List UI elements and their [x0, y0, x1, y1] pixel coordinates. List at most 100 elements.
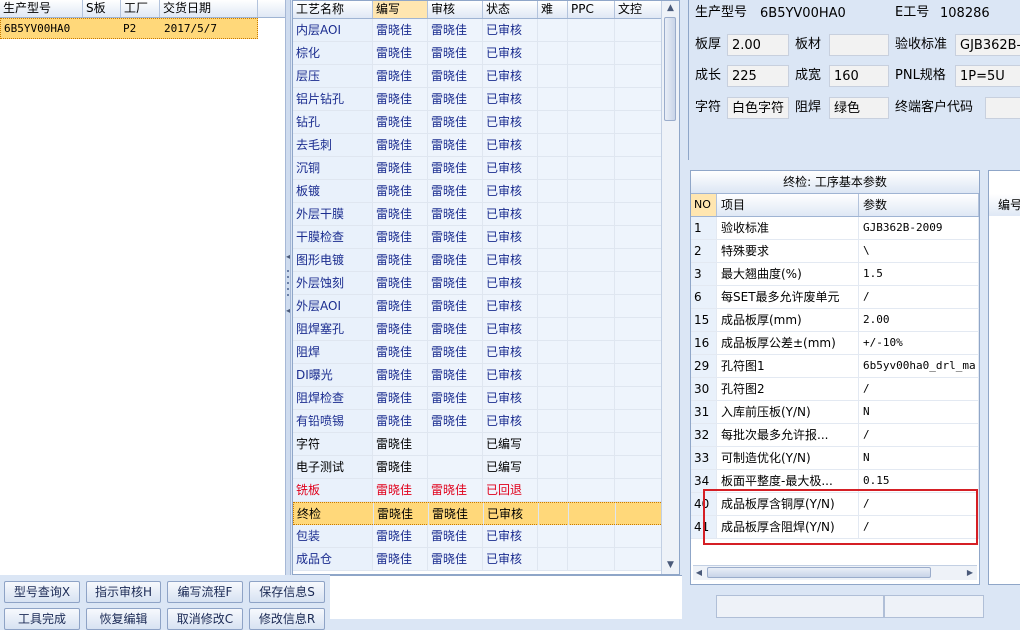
field-length[interactable]: 225: [727, 65, 789, 87]
param-row[interactable]: 2 特殊要求 \: [691, 240, 979, 263]
process-vertical-scrollbar[interactable]: ▲ ▼: [661, 1, 679, 574]
param-row[interactable]: 6 每SET最多允许废单元 /: [691, 286, 979, 309]
process-row[interactable]: 阻焊 雷晓佳 雷晓佳 已审核: [293, 341, 663, 364]
param-no: 6: [691, 286, 717, 308]
process-row[interactable]: 层压 雷晓佳 雷晓佳 已审核: [293, 65, 663, 88]
param-row[interactable]: 33 可制造优化(Y/N) N: [691, 447, 979, 470]
process-row[interactable]: 干膜检查 雷晓佳 雷晓佳 已审核: [293, 226, 663, 249]
grip-dot: [287, 282, 289, 284]
scroll-left-icon[interactable]: ◀: [693, 566, 705, 579]
col-header-delivery[interactable]: 交货日期: [160, 0, 258, 17]
process-row[interactable]: 电子测试 雷晓佳 已编写: [293, 456, 663, 479]
process-row[interactable]: 去毛刺 雷晓佳 雷晓佳 已审核: [293, 134, 663, 157]
process-row[interactable]: 铣板 雷晓佳 雷晓佳 已回退: [293, 479, 663, 502]
process-name: 有铅喷锡: [293, 410, 373, 432]
process-grid[interactable]: 工艺名称 编写 审核 状态 难 PPC 文控 内层AOI 雷晓佳 雷晓佳 已审核 棕化雷…: [292, 0, 680, 575]
param-row[interactable]: 31 入库前压板(Y/N) N: [691, 401, 979, 424]
param-row[interactable]: 16 成品板厚公差±(mm) +/-10%: [691, 332, 979, 355]
param-row[interactable]: 29 孔符图1 6b5yv00ha0_drl_ma: [691, 355, 979, 378]
field-material[interactable]: [829, 34, 889, 56]
review-instruction-button[interactable]: 指示审核H: [86, 581, 161, 603]
modify-info-button[interactable]: 修改信息R: [249, 608, 325, 630]
field-eno[interactable]: 108286: [935, 2, 1020, 24]
process-row[interactable]: 外层干膜 雷晓佳 雷晓佳 已审核: [293, 203, 663, 226]
bottom-field-2[interactable]: [884, 595, 984, 618]
restore-edit-button[interactable]: 恢复编辑: [86, 608, 161, 630]
process-difficulty: [538, 42, 568, 64]
col-header-item[interactable]: 项目: [717, 194, 859, 216]
process-row[interactable]: 沉铜 雷晓佳 雷晓佳 已审核: [293, 157, 663, 180]
field-pnl[interactable]: 1P=5U: [955, 65, 1020, 87]
process-row[interactable]: 字符 雷晓佳 已编写: [293, 433, 663, 456]
cancel-changes-button[interactable]: 取消修改C: [167, 608, 243, 630]
save-info-button[interactable]: 保存信息S: [249, 581, 325, 603]
scroll-up-icon[interactable]: ▲: [662, 1, 679, 16]
field-character[interactable]: 白色字符: [727, 97, 789, 119]
process-row[interactable]: 钻孔 雷晓佳 雷晓佳 已审核: [293, 111, 663, 134]
param-row[interactable]: 3 最大翘曲度(%) 1.5: [691, 263, 979, 286]
process-ppc: [568, 456, 615, 478]
splitter-arrow-icon[interactable]: ◂: [286, 252, 290, 264]
label-pnl: PNL规格: [895, 68, 946, 83]
process-row[interactable]: 外层蚀刻 雷晓佳 雷晓佳 已审核: [293, 272, 663, 295]
model-query-button[interactable]: 型号查询X: [4, 581, 80, 603]
field-model[interactable]: 6B5YV00HA0: [755, 2, 887, 24]
col-header-writer[interactable]: 编写: [373, 1, 428, 18]
scrollbar-thumb[interactable]: [707, 567, 931, 578]
order-grid[interactable]: 生产型号 S板 工厂 交货日期 6B5YV00HA0 P2 2017/5/7: [0, 0, 286, 575]
process-name: 阻焊塞孔: [293, 318, 373, 340]
process-row[interactable]: 图形电镀 雷晓佳 雷晓佳 已审核: [293, 249, 663, 272]
process-row[interactable]: DI曝光 雷晓佳 雷晓佳 已审核: [293, 364, 663, 387]
scrollbar-thumb[interactable]: [664, 17, 676, 121]
process-row[interactable]: 阻焊检查 雷晓佳 雷晓佳 已审核: [293, 387, 663, 410]
process-row[interactable]: 内层AOI 雷晓佳 雷晓佳 已审核: [293, 19, 663, 42]
side-grid[interactable]: 编号: [988, 170, 1020, 585]
col-header-reviewer[interactable]: 审核: [428, 1, 483, 18]
col-header-no[interactable]: NO: [691, 194, 717, 216]
col-header-model[interactable]: 生产型号: [0, 0, 83, 17]
col-header-doc-control[interactable]: 文控: [615, 1, 663, 18]
process-row[interactable]: 有铅喷锡 雷晓佳 雷晓佳 已审核: [293, 410, 663, 433]
col-header-s-board[interactable]: S板: [83, 0, 121, 17]
tool-complete-button[interactable]: 工具完成: [4, 608, 80, 630]
order-delivery: 2017/5/7: [164, 22, 217, 35]
field-width[interactable]: 160: [829, 65, 889, 87]
col-header-difficulty[interactable]: 难: [538, 1, 568, 18]
edit-flow-button[interactable]: 编写流程F: [167, 581, 243, 603]
process-writer: 雷晓佳: [373, 341, 428, 363]
params-horizontal-scrollbar[interactable]: ◀ ▶: [693, 565, 977, 580]
process-row[interactable]: 板镀 雷晓佳 雷晓佳 已审核: [293, 180, 663, 203]
process-row[interactable]: 外层AOI 雷晓佳 雷晓佳 已审核: [293, 295, 663, 318]
param-no: 16: [691, 332, 717, 354]
col-header-process-name[interactable]: 工艺名称: [293, 1, 373, 18]
col-header-status[interactable]: 状态: [483, 1, 538, 18]
process-row[interactable]: 铝片钻孔 雷晓佳 雷晓佳 已审核: [293, 88, 663, 111]
bottom-field-1[interactable]: [716, 595, 884, 618]
process-reviewer: [428, 433, 483, 455]
process-name: 沉铜: [293, 157, 373, 179]
field-standard[interactable]: GJB362B-: [955, 34, 1020, 56]
scroll-down-icon[interactable]: ▼: [662, 558, 679, 573]
panel-splitter[interactable]: ◂ ◂: [285, 0, 291, 575]
col-header-value[interactable]: 参数: [859, 194, 979, 216]
field-customer-code[interactable]: [985, 97, 1020, 119]
param-row[interactable]: 15 成品板厚(mm) 2.00: [691, 309, 979, 332]
scroll-right-icon[interactable]: ▶: [964, 566, 976, 579]
field-thickness[interactable]: 2.00: [727, 34, 789, 56]
process-row[interactable]: 阻焊塞孔 雷晓佳 雷晓佳 已审核: [293, 318, 663, 341]
process-row[interactable]: 终检 雷晓佳 雷晓佳 已审核: [293, 502, 664, 525]
col-header-ppc[interactable]: PPC: [568, 1, 615, 18]
param-row[interactable]: 1 验收标准 GJB362B-2009: [691, 217, 979, 240]
col-header-number[interactable]: 编号: [989, 194, 1020, 216]
process-name: DI曝光: [293, 364, 373, 386]
splitter-arrow-icon[interactable]: ◂: [286, 306, 290, 318]
col-header-factory[interactable]: 工厂: [121, 0, 160, 17]
param-row[interactable]: 32 每批次最多允许报... /: [691, 424, 979, 447]
process-row[interactable]: 包装 雷晓佳 雷晓佳 已审核: [293, 525, 663, 548]
order-row-selected[interactable]: 6B5YV00HA0 P2 2017/5/7: [0, 18, 258, 39]
param-value: N: [859, 447, 979, 469]
param-row[interactable]: 30 孔符图2/: [691, 378, 979, 401]
process-row[interactable]: 成品仓 雷晓佳 雷晓佳 已审核: [293, 548, 663, 571]
field-solder-mask[interactable]: 绿色: [829, 97, 889, 119]
process-row[interactable]: 棕化 雷晓佳 雷晓佳 已审核: [293, 42, 663, 65]
